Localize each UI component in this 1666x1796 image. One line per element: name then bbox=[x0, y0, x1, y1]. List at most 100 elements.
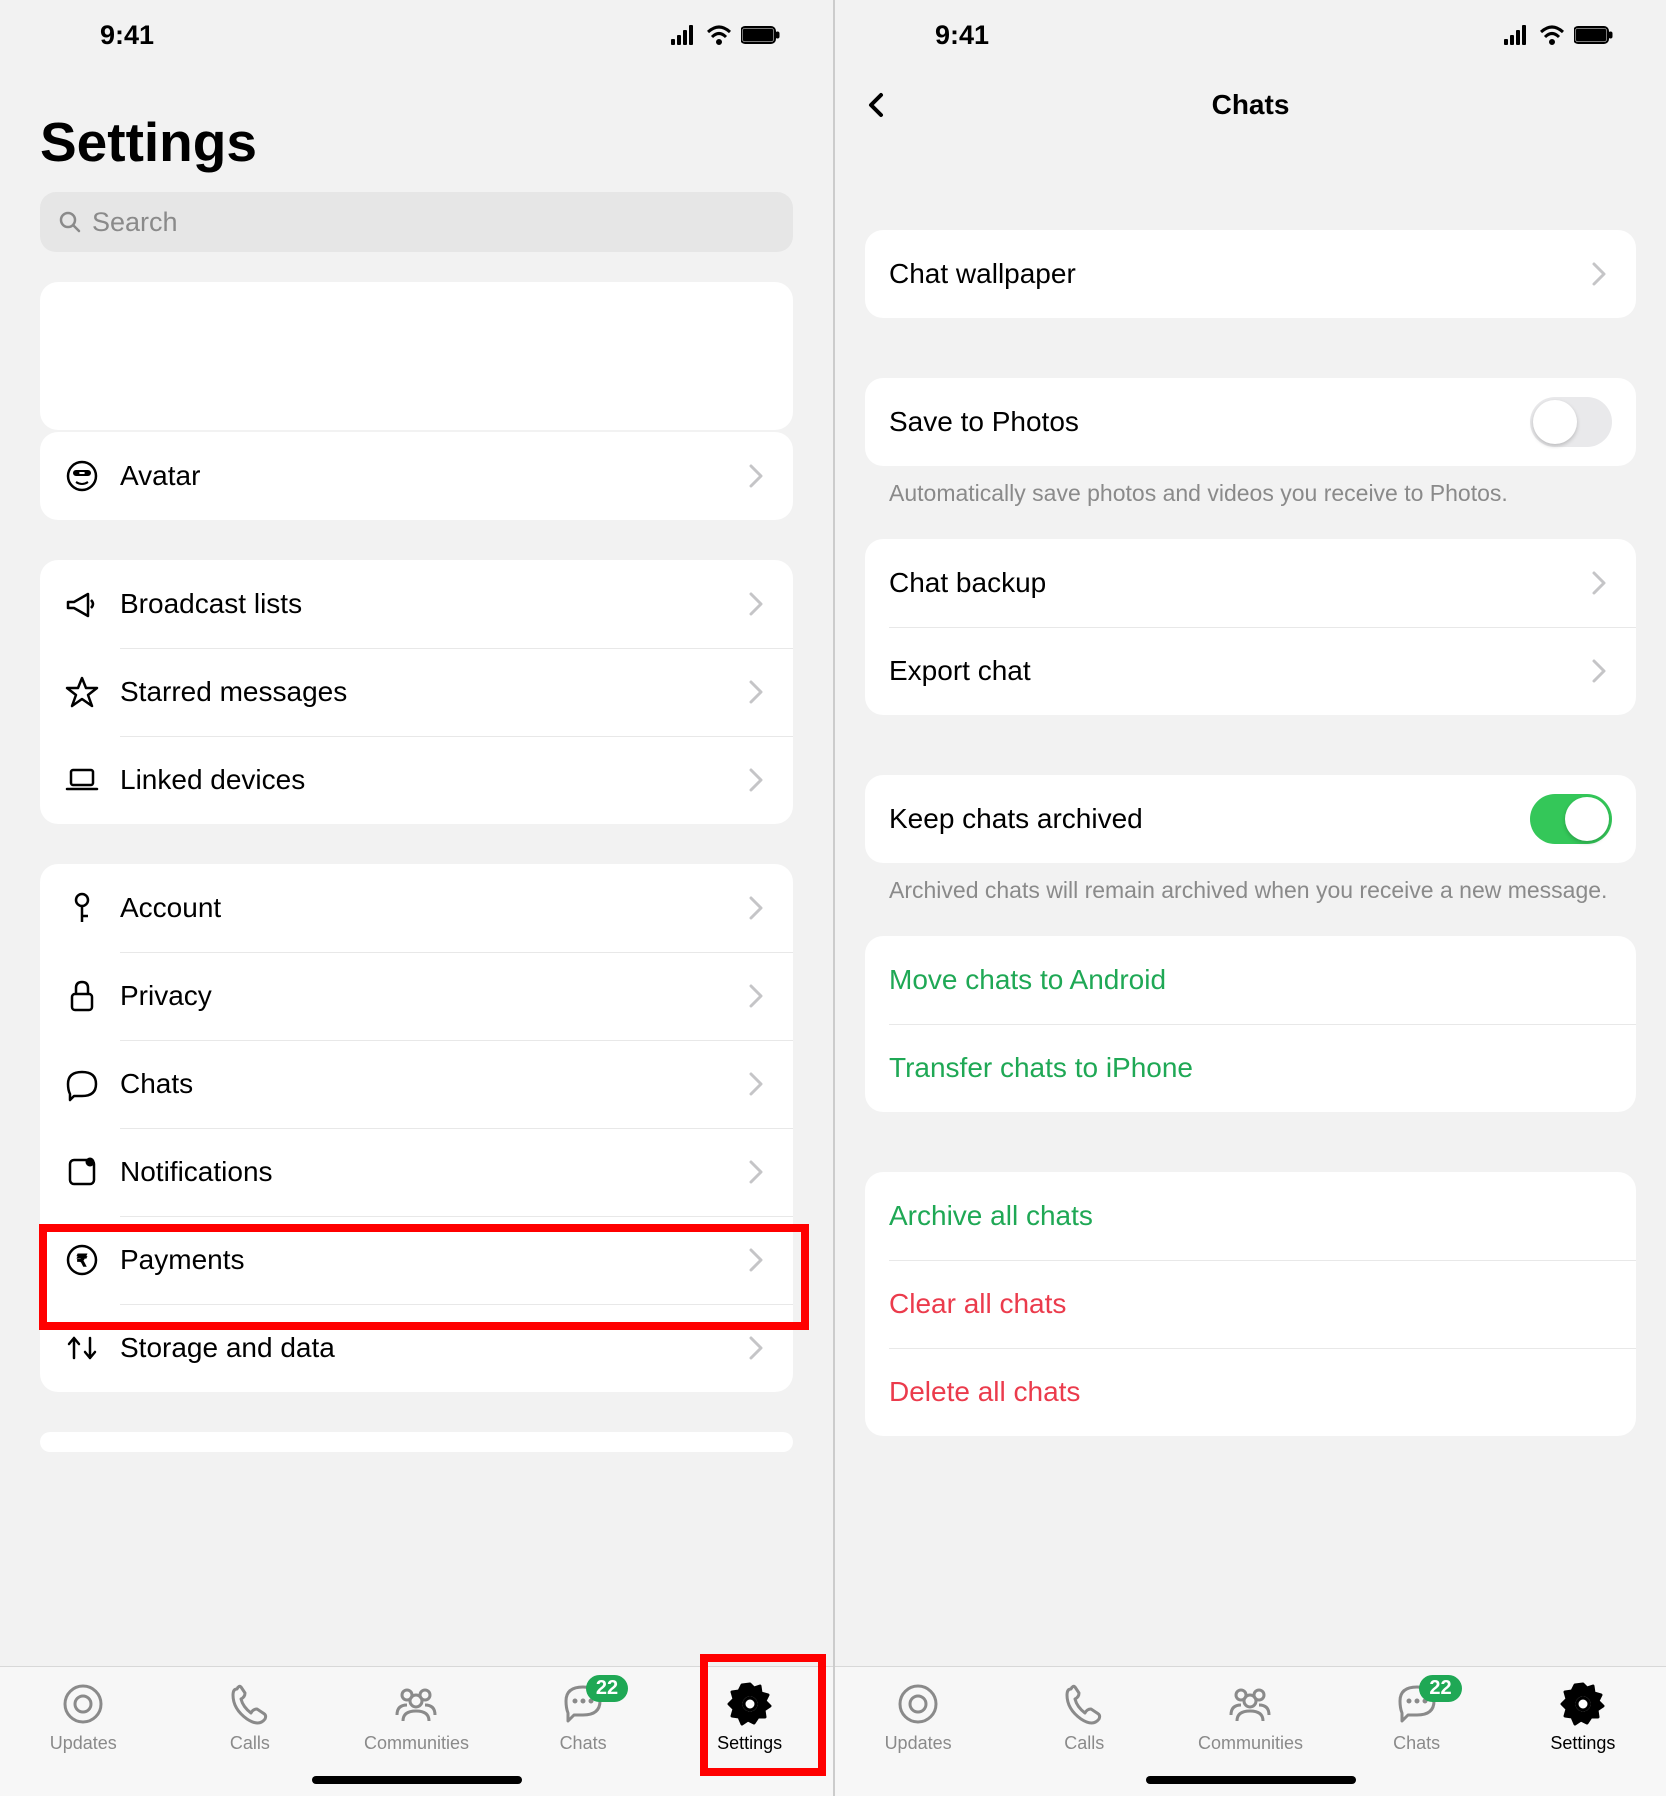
phone-icon bbox=[1061, 1681, 1107, 1727]
row-label-broadcast: Broadcast lists bbox=[120, 588, 743, 620]
caption-keep-archived: Archived chats will remain archived when… bbox=[865, 863, 1636, 936]
gear-icon bbox=[727, 1681, 773, 1727]
group-account-settings: Account Privacy Chats Notifications Paym bbox=[40, 864, 793, 1392]
wifi-icon bbox=[707, 25, 733, 45]
status-time: 9:41 bbox=[100, 20, 154, 51]
row-label-notifications: Notifications bbox=[120, 1156, 743, 1188]
laptop-icon bbox=[64, 762, 120, 798]
row-chats[interactable]: Chats bbox=[40, 1040, 793, 1128]
nav-header: Chats bbox=[835, 70, 1666, 140]
row-notifications[interactable]: Notifications bbox=[40, 1128, 793, 1216]
tab-updates[interactable]: Updates bbox=[843, 1681, 993, 1754]
chats-settings-screen: 9:41 Chats Chat wallpaper Save to Photos bbox=[833, 0, 1666, 1796]
notification-icon bbox=[64, 1154, 120, 1190]
chevron-right-icon bbox=[743, 982, 769, 1010]
settings-content: Avatar Broadcast lists Starred messages … bbox=[0, 282, 833, 1666]
row-label-avatar: Avatar bbox=[120, 460, 743, 492]
tab-bar: Updates Calls Communities 22 Chats Setti… bbox=[0, 1666, 833, 1796]
row-label-wallpaper: Chat wallpaper bbox=[889, 258, 1586, 290]
signal-icon bbox=[671, 25, 699, 45]
group-avatar: Avatar bbox=[40, 432, 793, 520]
row-avatar[interactable]: Avatar bbox=[40, 432, 793, 520]
row-export-chat[interactable]: Export chat bbox=[865, 627, 1636, 715]
group-destructive: Archive all chats Clear all chats Delete… bbox=[865, 1172, 1636, 1436]
row-archive-all[interactable]: Archive all chats bbox=[865, 1172, 1636, 1260]
row-move-to-android[interactable]: Move chats to Android bbox=[865, 936, 1636, 1024]
gear-icon bbox=[1560, 1681, 1606, 1727]
row-chat-wallpaper[interactable]: Chat wallpaper bbox=[865, 230, 1636, 318]
row-clear-all[interactable]: Clear all chats bbox=[865, 1260, 1636, 1348]
row-label-export: Export chat bbox=[889, 655, 1586, 687]
chevron-right-icon bbox=[1586, 569, 1612, 597]
row-payments[interactable]: Payments bbox=[40, 1216, 793, 1304]
chats-badge: 22 bbox=[1419, 1675, 1461, 1702]
group-lists: Broadcast lists Starred messages Linked … bbox=[40, 560, 793, 824]
row-label-account: Account bbox=[120, 892, 743, 924]
chevron-right-icon bbox=[1586, 260, 1612, 288]
search-input[interactable]: Search bbox=[40, 192, 793, 252]
chevron-right-icon bbox=[743, 590, 769, 618]
row-privacy[interactable]: Privacy bbox=[40, 952, 793, 1040]
caption-save-photos: Automatically save photos and videos you… bbox=[865, 466, 1636, 539]
toggle-save-to-photos[interactable] bbox=[1530, 397, 1612, 447]
back-button[interactable] bbox=[855, 85, 895, 125]
row-label-privacy: Privacy bbox=[120, 980, 743, 1012]
row-label-clear-all: Clear all chats bbox=[889, 1288, 1612, 1320]
chevron-right-icon bbox=[743, 1246, 769, 1274]
lock-icon bbox=[64, 978, 120, 1014]
key-icon bbox=[64, 890, 120, 926]
tab-label-updates: Updates bbox=[50, 1733, 117, 1754]
nav-title: Chats bbox=[835, 89, 1666, 121]
row-label-transfer-iphone: Transfer chats to iPhone bbox=[889, 1052, 1612, 1084]
row-label-storage: Storage and data bbox=[120, 1332, 743, 1364]
row-account[interactable]: Account bbox=[40, 864, 793, 952]
row-linked-devices[interactable]: Linked devices bbox=[40, 736, 793, 824]
group-keep-archived: Keep chats archived bbox=[865, 775, 1636, 863]
tab-label-updates: Updates bbox=[885, 1733, 952, 1754]
row-label-delete-all: Delete all chats bbox=[889, 1376, 1612, 1408]
updates-icon bbox=[895, 1681, 941, 1727]
row-storage-and-data[interactable]: Storage and data bbox=[40, 1304, 793, 1392]
phone-icon bbox=[227, 1681, 273, 1727]
row-delete-all[interactable]: Delete all chats bbox=[865, 1348, 1636, 1436]
chevron-right-icon bbox=[743, 1070, 769, 1098]
row-broadcast-lists[interactable]: Broadcast lists bbox=[40, 560, 793, 648]
profile-card[interactable] bbox=[40, 282, 793, 430]
toggle-keep-archived[interactable] bbox=[1530, 794, 1612, 844]
group-partial-next bbox=[40, 1432, 793, 1452]
chevron-right-icon bbox=[743, 1158, 769, 1186]
status-icons bbox=[671, 25, 783, 45]
megaphone-icon bbox=[64, 586, 120, 622]
row-save-to-photos[interactable]: Save to Photos bbox=[865, 378, 1636, 466]
chats-badge: 22 bbox=[586, 1675, 628, 1702]
chevron-left-icon bbox=[861, 91, 889, 119]
tab-label-communities: Communities bbox=[364, 1733, 469, 1754]
row-chat-backup[interactable]: Chat backup bbox=[865, 539, 1636, 627]
arrows-up-down-icon bbox=[64, 1330, 120, 1366]
tab-updates[interactable]: Updates bbox=[8, 1681, 158, 1754]
row-label-backup: Chat backup bbox=[889, 567, 1586, 599]
tab-calls[interactable]: Calls bbox=[1009, 1681, 1159, 1754]
tab-calls[interactable]: Calls bbox=[175, 1681, 325, 1754]
tab-settings[interactable]: Settings bbox=[1508, 1681, 1658, 1754]
tab-communities[interactable]: Communities bbox=[1175, 1681, 1325, 1754]
chevron-right-icon bbox=[743, 462, 769, 490]
tab-chats[interactable]: 22 Chats bbox=[508, 1681, 658, 1754]
row-label-move-android: Move chats to Android bbox=[889, 964, 1612, 996]
tab-settings[interactable]: Settings bbox=[675, 1681, 825, 1754]
status-icons bbox=[1504, 25, 1616, 45]
row-keep-archived[interactable]: Keep chats archived bbox=[865, 775, 1636, 863]
chevron-right-icon bbox=[743, 894, 769, 922]
row-starred-messages[interactable]: Starred messages bbox=[40, 648, 793, 736]
tab-label-communities: Communities bbox=[1198, 1733, 1303, 1754]
tab-chats[interactable]: 22 Chats bbox=[1342, 1681, 1492, 1754]
page-title: Settings bbox=[0, 70, 833, 192]
status-time: 9:41 bbox=[935, 20, 989, 51]
row-label-chats: Chats bbox=[120, 1068, 743, 1100]
tab-label-chats: Chats bbox=[560, 1733, 607, 1754]
row-label-save-photos: Save to Photos bbox=[889, 406, 1530, 438]
row-label-payments: Payments bbox=[120, 1244, 743, 1276]
row-transfer-to-iphone[interactable]: Transfer chats to iPhone bbox=[865, 1024, 1636, 1112]
signal-icon bbox=[1504, 25, 1532, 45]
tab-communities[interactable]: Communities bbox=[341, 1681, 491, 1754]
